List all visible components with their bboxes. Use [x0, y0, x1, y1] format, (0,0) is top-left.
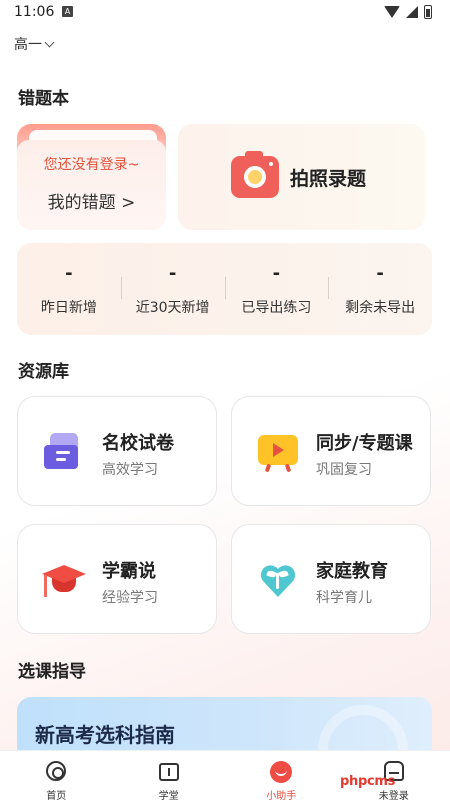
resource-title: 家庭教育 [316, 561, 388, 582]
graduation-cap-icon [40, 559, 88, 601]
mistake-stats: - 昨日新增 - 近30天新增 - 已导出练习 - 剩余未导出 [17, 243, 432, 335]
resource-subtitle: 经验学习 [102, 590, 158, 606]
status-time: 11:06 [14, 4, 55, 20]
tab-label: 小助手 [266, 791, 297, 800]
chevron-down-icon [44, 37, 55, 47]
heart-sprout-icon [254, 559, 302, 601]
paper-icon [40, 431, 88, 473]
camera-icon [231, 151, 279, 198]
school-icon [158, 763, 179, 781]
tab-school[interactable]: 学堂 [113, 751, 226, 800]
watermark: phpcms [340, 774, 396, 789]
stat-yesterday[interactable]: - 昨日新增 [17, 243, 121, 335]
resource-card-exam-papers[interactable]: 名校试卷 高效学习 [17, 396, 217, 506]
camera-lens [244, 166, 266, 188]
status-bar: 11:06 A [0, 0, 450, 26]
grade-label: 高一 [14, 37, 42, 53]
home-icon [46, 761, 67, 781]
mistake-section-title: 错题本 [18, 89, 69, 109]
assistant-icon [270, 761, 293, 783]
course-section-title: 选课指导 [18, 662, 86, 682]
status-icons [384, 4, 432, 20]
resource-title: 学霸说 [102, 561, 156, 582]
wifi-icon [384, 6, 400, 18]
tab-home[interactable]: 首页 [0, 751, 113, 800]
banner-title: 新高考选科指南 [35, 723, 175, 747]
my-mistakes-card[interactable]: 您还没有登录~ 我的错题 > [17, 124, 166, 230]
stat-value: - [168, 263, 177, 284]
login-notice: 您还没有登录~ [43, 157, 140, 173]
resource-card-top-students[interactable]: 学霸说 经验学习 [17, 524, 217, 634]
resource-subtitle: 巩固复习 [316, 462, 372, 478]
video-icon [254, 431, 302, 473]
photo-entry-label: 拍照录题 [290, 168, 367, 190]
stat-label: 剩余未导出 [345, 300, 416, 316]
signal-icon [406, 6, 418, 18]
my-mistakes-label: 我的错题 > [47, 193, 136, 213]
stat-label: 昨日新增 [40, 300, 97, 316]
resource-subtitle: 科学育儿 [316, 590, 372, 606]
stat-value: - [272, 263, 281, 284]
resource-section-title: 资源库 [18, 362, 69, 382]
resource-card-courses[interactable]: 同步/专题课 巩固复习 [231, 396, 431, 506]
tab-label: 学堂 [158, 791, 179, 800]
grade-selector[interactable]: 高一 [14, 34, 55, 54]
resource-subtitle: 高效学习 [102, 462, 158, 478]
camera-flash [269, 162, 273, 166]
resource-title: 同步/专题课 [316, 433, 413, 454]
tab-label: 首页 [46, 791, 67, 800]
tab-assistant[interactable]: 小助手 [225, 751, 338, 800]
subject-guide-banner[interactable]: 新高考选科指南 [17, 697, 432, 757]
stat-30-days[interactable]: - 近30天新增 [120, 243, 225, 335]
stat-value: - [376, 263, 384, 284]
stat-label: 近30天新增 [135, 300, 210, 316]
stat-remaining[interactable]: - 剩余未导出 [328, 243, 432, 335]
battery-icon [424, 5, 432, 19]
stat-label: 已导出练习 [241, 300, 312, 316]
stat-value: - [65, 263, 73, 284]
resource-title: 名校试卷 [102, 433, 174, 454]
notification-icon: A [62, 6, 73, 17]
photo-entry-card[interactable]: 拍照录题 [178, 124, 425, 230]
stat-exported[interactable]: - 已导出练习 [224, 243, 329, 335]
resource-card-family-education[interactable]: 家庭教育 科学育儿 [231, 524, 431, 634]
